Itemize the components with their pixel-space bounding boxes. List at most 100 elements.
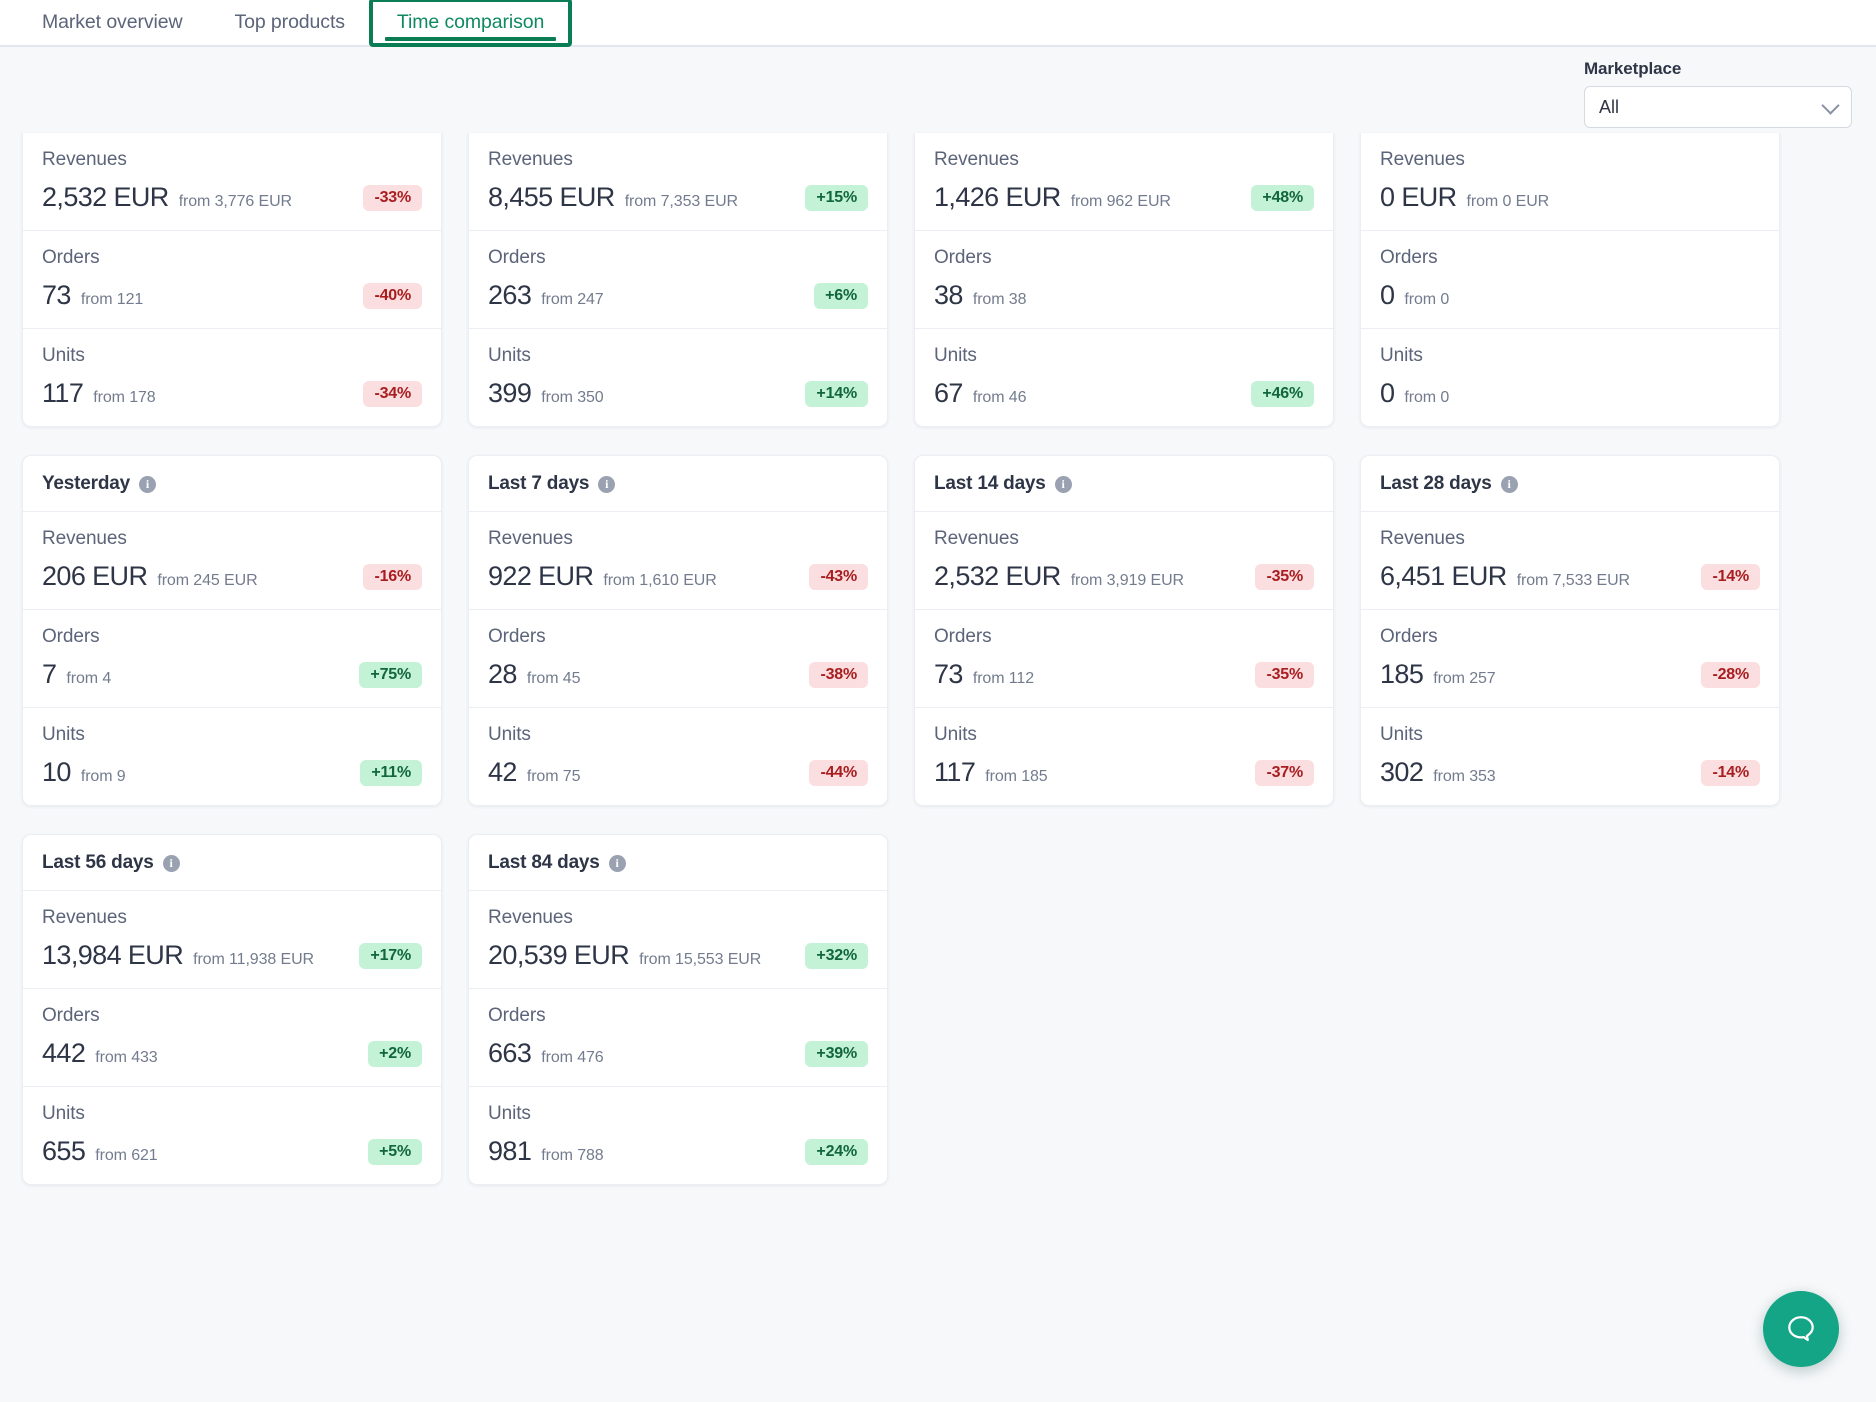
info-icon[interactable]: i xyxy=(1054,475,1072,493)
metric-value: 10 xyxy=(42,757,71,787)
metric-block: Revenues 2,532 EUR from 3,776 EUR -33% xyxy=(23,133,441,231)
change-badge: -33% xyxy=(363,184,422,211)
metric-value: 1,426 EUR xyxy=(934,182,1061,212)
metric-block: Revenues 2,532 EUR from 3,919 EUR -35% xyxy=(915,512,1333,610)
metric-row: 117 from 178 -34% xyxy=(42,378,422,409)
change-badge: +11% xyxy=(360,759,422,786)
metric-block: Revenues 1,426 EUR from 962 EUR +48% xyxy=(915,133,1333,231)
metric-comparison-value: from 788 xyxy=(541,1147,604,1164)
metric-row: 8,455 EUR from 7,353 EUR +15% xyxy=(488,182,868,213)
metric-label: Revenues xyxy=(42,149,127,170)
metric-block: Revenues 0 EUR from 0 EUR xyxy=(1361,133,1779,231)
metric-comparison-value: from 476 xyxy=(541,1049,604,1066)
card-title: Yesterday xyxy=(42,473,130,494)
metric-value: 73 xyxy=(934,659,963,689)
metric-comparison-value: from 0 xyxy=(1404,389,1450,406)
metric-value: 13,984 EUR xyxy=(42,940,184,970)
metric-label: Revenues xyxy=(934,528,1019,549)
metric-row: 10 from 9 +11% xyxy=(42,757,422,788)
metric-comparison-value: from 353 xyxy=(1433,768,1496,785)
card-title: Last 56 days xyxy=(42,852,154,873)
info-icon[interactable]: i xyxy=(1500,475,1518,493)
metric-row: 399 from 350 +14% xyxy=(488,378,868,409)
chat-launcher-button[interactable] xyxy=(1763,1291,1839,1367)
metric-value: 2,532 EUR xyxy=(934,561,1061,591)
filter-bar: Marketplace All xyxy=(0,47,1876,133)
metric-row: 38 from 38 xyxy=(934,280,1314,311)
metric-label: Units xyxy=(488,345,531,366)
change-badge: +24% xyxy=(805,1138,868,1165)
metric-row: 0 from 0 xyxy=(1380,378,1760,409)
metric-comparison-value: from 0 xyxy=(1404,291,1450,308)
metric-row: 73 from 121 -40% xyxy=(42,280,422,311)
metric-comparison-value: from 38 xyxy=(972,291,1027,308)
info-icon[interactable]: i xyxy=(139,475,156,493)
info-icon[interactable]: i xyxy=(608,854,626,872)
metric-row: 655 from 621 +5% xyxy=(42,1136,422,1167)
metric-comparison-value: from 3,776 EUR xyxy=(178,193,292,210)
metric-row: 6,451 EUR from 7,533 EUR -14% xyxy=(1380,561,1760,592)
change-badge: +17% xyxy=(359,942,422,969)
metric-row: 1,426 EUR from 962 EUR +48% xyxy=(934,182,1314,213)
metric-block: Orders 0 from 0 xyxy=(1361,231,1779,329)
info-icon[interactable]: i xyxy=(162,854,180,872)
metric-value: 206 EUR xyxy=(42,561,148,591)
change-badge xyxy=(1738,292,1760,300)
card-title: Last 28 days xyxy=(1380,473,1492,494)
metric-value: 28 xyxy=(488,659,517,689)
metric-comparison-value: from 0 EUR xyxy=(1466,193,1550,210)
info-icon[interactable]: i xyxy=(598,475,616,493)
comparison-card: Last 28 days i Revenues 6,451 EUR from 7,533… xyxy=(1360,455,1780,806)
change-badge: -16% xyxy=(363,563,422,590)
card-title: Last 7 days xyxy=(488,473,590,494)
metric-label: Orders xyxy=(42,247,100,268)
tab-time-comparison[interactable]: Time comparison xyxy=(368,0,573,47)
change-badge: +6% xyxy=(814,282,868,309)
metric-label: Units xyxy=(934,724,977,745)
metric-value: 117 xyxy=(934,757,976,787)
change-badge: -38% xyxy=(809,661,868,688)
card-header: Last 84 days i xyxy=(469,835,887,891)
metric-row: 13,984 EUR from 11,938 EUR +17% xyxy=(42,940,422,971)
marketplace-selected-value: All xyxy=(1599,96,1620,117)
comparison-card: Revenues 0 EUR from 0 EUR Orders 0 from 0 Unit… xyxy=(1360,133,1780,427)
change-badge: -35% xyxy=(1255,563,1314,590)
metric-label: Units xyxy=(1380,345,1423,366)
marketplace-select[interactable]: All xyxy=(1584,86,1852,128)
metric-label: Units xyxy=(488,1103,531,1124)
comparison-card: Yesterday i Revenues 206 EUR from 245 EUR -16… xyxy=(22,455,442,806)
card-title: Last 84 days xyxy=(488,852,600,873)
change-badge xyxy=(1738,194,1760,202)
metric-comparison-value: from 7,533 EUR xyxy=(1516,572,1630,589)
metric-block: Revenues 206 EUR from 245 EUR -16% xyxy=(23,512,441,610)
change-badge: -14% xyxy=(1701,563,1760,590)
card-title: Last 14 days xyxy=(934,473,1046,494)
tab-top-products[interactable]: Top products xyxy=(208,0,370,45)
metric-row: 67 from 46 +46% xyxy=(934,378,1314,409)
tab-market-overview[interactable]: Market overview xyxy=(16,0,208,45)
metric-block: Revenues 6,451 EUR from 7,533 EUR -14% xyxy=(1361,512,1779,610)
metric-block: Orders 442 from 433 +2% xyxy=(23,989,441,1087)
metric-row: 20,539 EUR from 15,553 EUR +32% xyxy=(488,940,868,971)
metric-label: Units xyxy=(42,724,85,745)
metric-block: Orders 38 from 38 xyxy=(915,231,1333,329)
metric-row: 206 EUR from 245 EUR -16% xyxy=(42,561,422,592)
marketplace-label: Marketplace xyxy=(1584,59,1682,78)
metric-block: Units 981 from 788 +24% xyxy=(469,1087,887,1184)
metric-label: Revenues xyxy=(488,149,573,170)
chevron-down-icon xyxy=(1821,96,1840,115)
metric-block: Orders 185 from 257 -28% xyxy=(1361,610,1779,708)
metric-label: Revenues xyxy=(488,528,573,549)
change-badge: +14% xyxy=(805,380,868,407)
metric-value: 42 xyxy=(488,757,517,787)
comparison-card: Last 56 days i Revenues 13,984 EUR from 11,9… xyxy=(22,834,442,1185)
metric-value: 399 xyxy=(488,378,532,408)
metric-block: Units 117 from 185 -37% xyxy=(915,708,1333,805)
metric-block: Revenues 8,455 EUR from 7,353 EUR +15% xyxy=(469,133,887,231)
metric-comparison-value: from 75 xyxy=(526,768,581,785)
metric-comparison-value: from 178 xyxy=(93,389,156,406)
metric-value: 663 xyxy=(488,1038,532,1068)
metric-label: Orders xyxy=(934,626,992,647)
metric-label: Orders xyxy=(488,247,546,268)
metric-block: Orders 28 from 45 -38% xyxy=(469,610,887,708)
